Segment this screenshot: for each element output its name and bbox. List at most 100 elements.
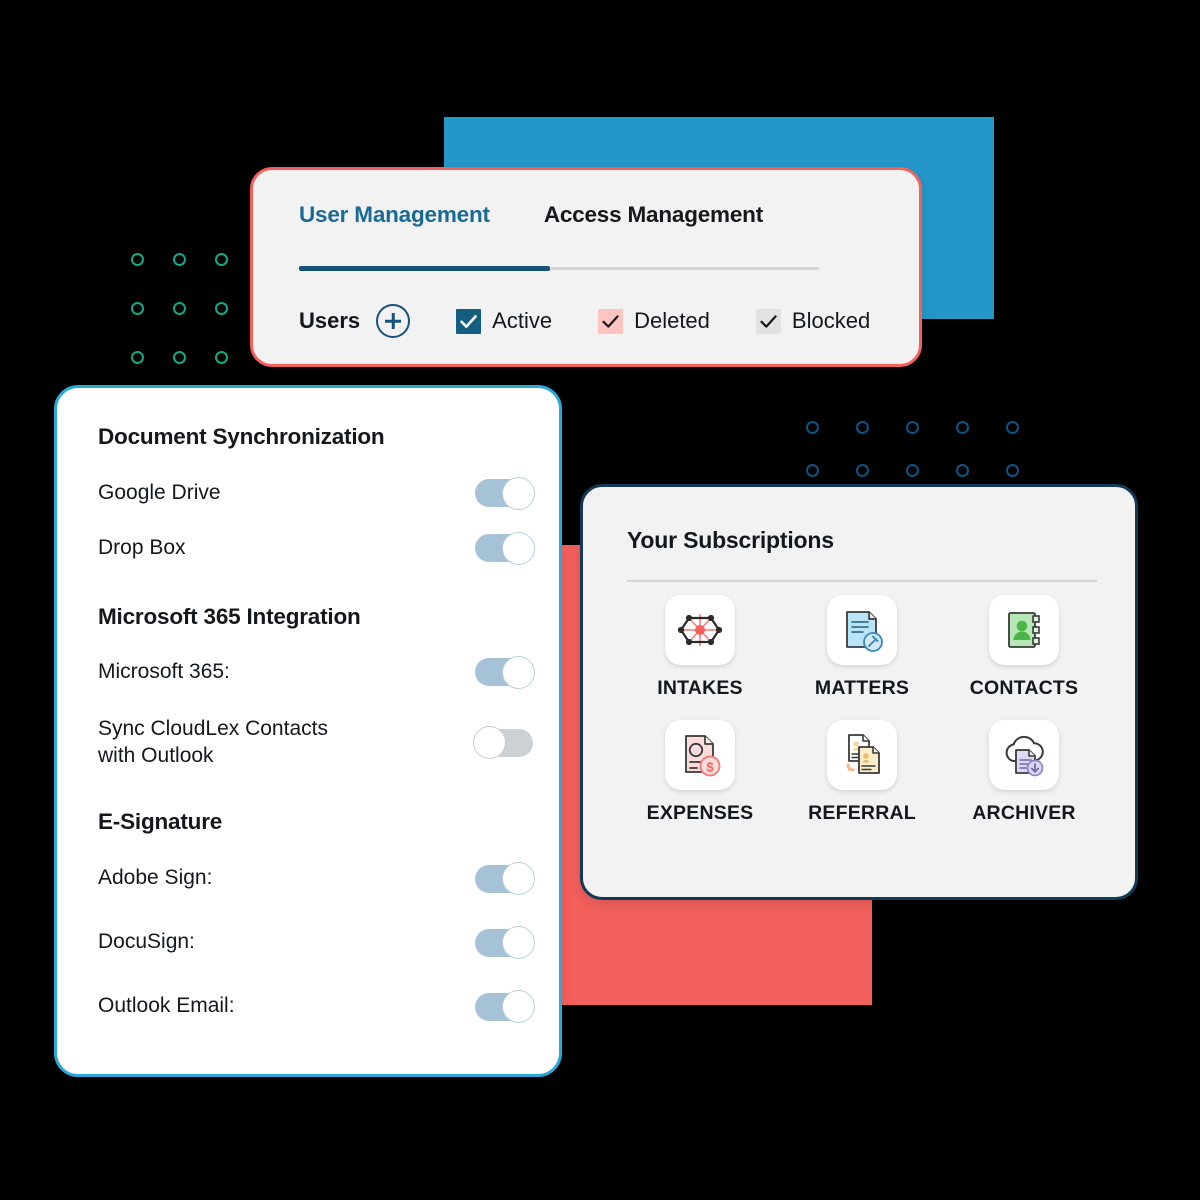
dot <box>131 302 144 315</box>
subscription-label: CONTACTS <box>969 677 1079 699</box>
setting-label-adobe-sign: Adobe Sign: <box>98 866 213 890</box>
address-book-person-icon <box>1008 612 1040 648</box>
dot <box>173 351 186 364</box>
setting-label-docusign: DocuSign: <box>98 930 195 954</box>
subscription-label: EXPENSES <box>646 802 754 824</box>
dot <box>856 464 869 477</box>
tab-bar: User Management Access Management <box>299 202 763 228</box>
subscription-item-intakes[interactable]: INTAKES <box>619 595 781 700</box>
subscriptions-grid: INTAKES MATTERS CONTACTS $ EXPENSES REFE… <box>619 595 1105 825</box>
toggle-knob <box>502 926 535 960</box>
toggle-google-drive[interactable] <box>475 476 535 510</box>
setting-row-adobe-sign: Adobe Sign: <box>98 862 535 896</box>
subscription-tile <box>989 720 1059 790</box>
integration-settings-card: Document Synchronization Google Drive Dr… <box>54 385 562 1077</box>
dot <box>906 421 919 434</box>
toggle-knob <box>502 655 535 689</box>
toggle-knob <box>502 990 535 1024</box>
toggle-knob <box>502 862 535 896</box>
toggle-sync-cloudlex-contacts[interactable] <box>473 726 533 760</box>
toggle-outlook-email[interactable] <box>475 990 535 1024</box>
toggle-knob <box>473 726 506 760</box>
document-gavel-icon <box>846 611 883 652</box>
settings-list: Document Synchronization Google Drive Dr… <box>98 424 535 1024</box>
tab-underline-active-segment <box>299 266 550 271</box>
toggle-knob <box>502 476 535 510</box>
filter-active[interactable]: Active <box>456 308 552 334</box>
setting-row-sync-cloudlex-contacts: Sync CloudLex Contacts with Outlook <box>98 716 533 770</box>
dot <box>173 302 186 315</box>
decorative-dot-grid-green <box>131 253 257 400</box>
dot <box>1006 421 1019 434</box>
setting-label-google-drive: Google Drive <box>98 480 221 504</box>
dot <box>173 253 186 266</box>
invoice-dollar-icon: $ <box>685 735 721 777</box>
setting-row-google-drive: Google Drive <box>98 476 535 510</box>
dot <box>906 464 919 477</box>
subscription-tile <box>827 595 897 665</box>
setting-row-drop-box: Drop Box <box>98 531 535 565</box>
setting-label-microsoft-365: Microsoft 365: <box>98 659 230 683</box>
subscription-label: REFERRAL <box>808 802 916 824</box>
subscription-item-expenses[interactable]: $ EXPENSES <box>619 720 781 825</box>
section-title-e-signature: E-Signature <box>98 808 223 834</box>
checkbox-active-icon[interactable] <box>456 308 482 334</box>
setting-label-sync-cloudlex-contacts: Sync CloudLex Contacts with Outlook <box>98 717 328 767</box>
tab-access-management[interactable]: Access Management <box>544 202 763 228</box>
two-person-documents-icon <box>846 734 880 774</box>
subscription-tile: $ <box>665 720 735 790</box>
users-label: Users <box>299 308 361 333</box>
subscription-tile <box>827 720 897 790</box>
dot <box>131 253 144 266</box>
dot <box>956 421 969 434</box>
toggle-microsoft-365[interactable] <box>475 655 535 689</box>
dot <box>1006 464 1019 477</box>
svg-text:$: $ <box>706 760 714 775</box>
filter-deleted-label: Deleted <box>634 308 710 333</box>
plus-circle-icon[interactable] <box>376 304 411 338</box>
subscriptions-card: Your Subscriptions INTAKES MATTERS CONTA… <box>580 484 1138 900</box>
dot <box>956 464 969 477</box>
dot <box>131 351 144 364</box>
cloud-document-download-icon <box>1005 735 1044 777</box>
filter-blocked-label: Blocked <box>791 308 871 333</box>
toggle-adobe-sign[interactable] <box>475 862 535 896</box>
subscription-tile <box>665 595 735 665</box>
subscription-item-referral[interactable]: REFERRAL <box>781 720 943 825</box>
dot <box>806 464 819 477</box>
setting-row-outlook-email: Outlook Email: <box>98 990 535 1024</box>
tab-user-management[interactable]: User Management <box>299 202 490 228</box>
setting-row-docusign: DocuSign: <box>98 926 535 960</box>
section-title-document-synchronization: Document Synchronization <box>98 424 385 449</box>
dot <box>856 421 869 434</box>
filter-blocked[interactable]: Blocked <box>755 308 871 334</box>
setting-label-outlook-email: Outlook Email: <box>98 994 235 1018</box>
toggle-docusign[interactable] <box>475 926 535 960</box>
setting-row-microsoft-365: Microsoft 365: <box>98 655 535 689</box>
user-filters-row: Users Active Deleted Blocked <box>299 304 870 338</box>
user-management-card: User Management Access Management Users … <box>250 167 922 367</box>
checkbox-deleted-icon[interactable] <box>598 308 624 334</box>
dot <box>215 302 228 315</box>
subscription-item-matters[interactable]: MATTERS <box>781 595 943 700</box>
subscription-tile <box>989 595 1059 665</box>
section-title-microsoft-365-integration: Microsoft 365 Integration <box>98 604 361 629</box>
setting-label-drop-box: Drop Box <box>98 535 186 559</box>
subscription-label: INTAKES <box>657 677 743 699</box>
dot <box>806 421 819 434</box>
subscriptions-divider <box>627 580 1097 582</box>
subscription-label: MATTERS <box>814 677 910 699</box>
subscriptions-title: Your Subscriptions <box>627 527 834 553</box>
filter-deleted[interactable]: Deleted <box>598 308 710 334</box>
subscription-item-contacts[interactable]: CONTACTS <box>943 595 1105 700</box>
toggle-drop-box[interactable] <box>475 531 535 565</box>
checkbox-blocked-icon[interactable] <box>755 308 781 334</box>
dot <box>215 253 228 266</box>
network-hexagon-icon <box>677 614 723 646</box>
screenshot-canvas: User Management Access Management Users … <box>0 0 1200 1200</box>
subscription-label: ARCHIVER <box>972 802 1076 824</box>
toggle-knob <box>502 531 535 565</box>
dot <box>215 351 228 364</box>
subscription-item-archiver[interactable]: ARCHIVER <box>943 720 1105 825</box>
tab-underline <box>299 266 819 271</box>
